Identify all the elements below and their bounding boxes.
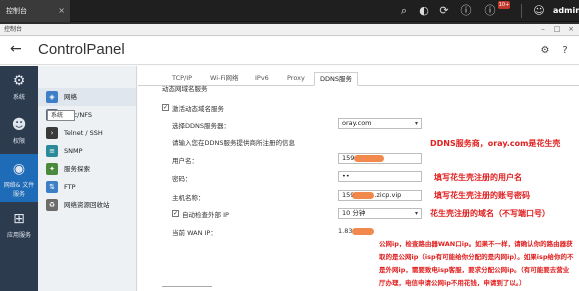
enable-ddns-label: 激活动态域名服务 xyxy=(172,105,224,113)
submenu-label: SNMP xyxy=(64,147,83,155)
gear-icon: ⚙ xyxy=(12,73,26,89)
search-icon[interactable]: ⌕ xyxy=(396,3,412,19)
password-value: •• xyxy=(342,172,350,180)
sync-icon[interactable]: ⟳ xyxy=(436,3,452,19)
category-label: 网络& 文件 服务 xyxy=(3,182,35,198)
submenu-label: 网络 xyxy=(64,93,77,101)
interval-select[interactable]: 10 分钟 ▾ xyxy=(338,208,422,219)
ddns-server-value: oray.com xyxy=(342,119,372,127)
category-system[interactable]: ⚙ 系统 xyxy=(0,66,38,110)
notification-icon[interactable]: ⓘ xyxy=(458,3,474,19)
tooltip: 系统 xyxy=(47,110,75,121)
avatar-icon[interactable]: ☺ xyxy=(531,3,547,19)
redaction-mark xyxy=(352,228,374,235)
wan-ip-value: 1.83 xyxy=(338,227,353,235)
snmp-icon: ≡ xyxy=(46,145,58,157)
category-label: 应用服务 xyxy=(6,232,31,239)
page-title: ControlPanel xyxy=(38,41,125,58)
network-icon: ◈ xyxy=(46,91,58,103)
section-title: 动态网域名服务 xyxy=(162,85,208,93)
submenu-item-telnet-ssh[interactable]: › Telnet / SSH xyxy=(38,124,136,142)
ddns-server-select[interactable]: oray.com ▾ xyxy=(338,118,422,129)
category-network-file[interactable]: ◉ 网络& 文件 服务 xyxy=(0,154,38,202)
help-icon[interactable]: ? xyxy=(558,44,572,58)
dashboard-icon[interactable]: ◐ xyxy=(416,3,432,19)
os-taskbar: 控制台 × ⌕ ◐ ⟳ ⓘ ⓘ 10+ ☺ admin xyxy=(0,0,579,22)
window-titlebar: 控制台 – □ × xyxy=(0,24,579,36)
submenu-item-ftp[interactable]: ⇅ FTP xyxy=(38,178,136,196)
chevron-down-icon: ▾ xyxy=(414,120,418,127)
tab-wifi[interactable]: Wi-Fi网络 xyxy=(210,72,239,85)
user-icon: ☻ xyxy=(11,117,27,133)
category-applications[interactable]: ⊞ 应用服务 xyxy=(0,204,38,248)
panel-header: ← ControlPanel ⚙ ? xyxy=(0,37,579,65)
submenu-item-snmp[interactable]: ≡ SNMP xyxy=(38,142,136,160)
category-privilege[interactable]: ☻ 权限 xyxy=(0,110,38,154)
password-input[interactable]: •• xyxy=(338,171,422,182)
globe-icon: ◉ xyxy=(12,161,26,177)
tab-proxy[interactable]: Proxy xyxy=(287,72,305,85)
provider-hint: 请输入您在DDNS服务提供商所注册的信息 xyxy=(172,139,295,147)
wan-ip-label: 当前 WAN IP： xyxy=(172,229,217,237)
interval-value: 10 分钟 xyxy=(342,209,366,217)
gear-icon[interactable]: ⚙ xyxy=(538,44,552,58)
recycle-icon: ♻ xyxy=(46,199,58,211)
auto-check-ip-checkbox[interactable]: ✓ xyxy=(172,210,179,217)
redaction-mark xyxy=(352,192,374,199)
tab-ddns[interactable]: DDNS服务 xyxy=(314,72,358,86)
divider xyxy=(521,4,522,18)
username-label: 用户名： xyxy=(172,157,198,165)
minimize-button[interactable]: – xyxy=(538,25,548,34)
event-icon[interactable]: ⓘ xyxy=(482,3,498,19)
annotation-username: 填写花生壳注册的用户名 xyxy=(434,173,522,182)
apps-icon: ⊞ xyxy=(13,211,25,227)
discovery-icon: ✦ xyxy=(46,163,58,175)
apply-button[interactable] xyxy=(162,286,212,290)
submenu-list: ◈ 网络 ▣ Mac/NFS › Telnet / SSH ≡ SNMP ✦ 服… xyxy=(38,66,137,291)
window-title: 控制台 xyxy=(4,26,23,33)
submenu-label: 服务探索 xyxy=(64,165,90,173)
category-label: 系统 xyxy=(12,94,25,101)
submenu-item-recycle-bin[interactable]: ♻ 网络资源回收站 xyxy=(38,196,136,214)
maximize-button[interactable]: □ xyxy=(552,25,562,34)
username[interactable]: admin xyxy=(553,0,579,22)
hostname-input[interactable]: 159 .zicp.vip xyxy=(338,190,422,201)
submenu-label: FTP xyxy=(64,183,76,191)
annotation-password: 填写花生壳注册的账号密码 xyxy=(434,191,530,200)
annotation-wan-ip: 公网ip，检查路由器WAN口ip。如果不一样，请确认你的路由器获取的是公网ip（… xyxy=(379,240,574,287)
ddns-server-label: 选择DDNS服务器： xyxy=(172,122,230,130)
username-value: 159 xyxy=(342,154,355,162)
hostname-label: 主机名称： xyxy=(172,194,205,202)
close-button[interactable]: × xyxy=(566,25,576,34)
ftp-icon: ⇅ xyxy=(46,181,58,193)
back-arrow-icon[interactable]: ← xyxy=(10,41,22,57)
submenu-item-network[interactable]: ◈ 网络 xyxy=(38,88,136,106)
close-icon[interactable]: × xyxy=(58,0,65,22)
terminal-icon: › xyxy=(46,127,58,139)
app-tab-label: 控制台 xyxy=(6,7,27,15)
app-tab-control[interactable]: 控制台 × xyxy=(0,0,70,22)
annotation-hostname: 花生壳注册的域名（不写端口号） xyxy=(430,209,550,218)
redaction-mark xyxy=(354,155,384,162)
notification-badge: 10+ xyxy=(498,1,510,9)
tab-ipv6[interactable]: IPv6 xyxy=(255,72,269,85)
submenu-item-service-discovery[interactable]: ✦ 服务探索 xyxy=(38,160,136,178)
category-label: 权限 xyxy=(12,138,25,145)
chevron-down-icon: ▾ xyxy=(414,210,418,217)
auto-check-ip-label: 自动检查外部 IP xyxy=(182,211,229,219)
annotation-ddns: DDNS服务商，oray.com是花生壳 xyxy=(430,139,561,148)
submenu-label: 网络资源回收站 xyxy=(64,201,110,209)
enable-ddns-checkbox[interactable]: ✓ xyxy=(162,104,169,111)
category-sidebar: ⚙ 系统 ☻ 权限 ◉ 网络& 文件 服务 ⊞ 应用服务 xyxy=(0,66,38,291)
submenu-label: Telnet / SSH xyxy=(64,129,103,137)
password-label: 密码： xyxy=(172,175,192,183)
